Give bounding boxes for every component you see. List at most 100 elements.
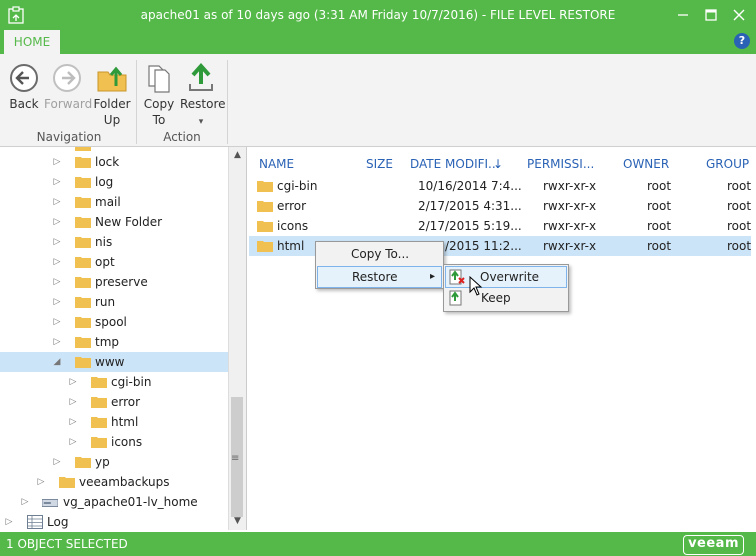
- back-button[interactable]: Back: [8, 62, 40, 112]
- expand-icon[interactable]: ▷: [68, 372, 78, 392]
- back-arrow-icon: [10, 64, 38, 92]
- expand-icon[interactable]: ▷: [52, 252, 62, 272]
- menu-item-copy-to[interactable]: Copy To...: [317, 244, 442, 264]
- collapse-icon[interactable]: ◢: [52, 352, 62, 372]
- restore-submenu: Overwrite Keep: [443, 264, 569, 312]
- tree-item-spool[interactable]: ▷ spool: [0, 312, 228, 332]
- tree-item-label: spool: [95, 315, 127, 329]
- close-icon[interactable]: [726, 4, 752, 26]
- tree-item-label: mail: [95, 195, 121, 209]
- column-date-modified[interactable]: DATE MODIFI...: [410, 157, 500, 171]
- tree-item-label: cgi-bin: [111, 375, 152, 389]
- expand-icon[interactable]: ▷: [52, 192, 62, 212]
- forward-arrow-icon: [53, 64, 81, 92]
- folder-icon: [75, 157, 91, 168]
- forward-button[interactable]: Forward: [44, 62, 92, 112]
- cell-date: 2/17/2015 4:31...: [418, 199, 522, 213]
- restore-upload-icon: [189, 62, 213, 91]
- tree-item-log-root[interactable]: ▷ Log: [0, 512, 228, 530]
- expand-icon[interactable]: ▷: [20, 492, 30, 512]
- tree-item-veeambackups[interactable]: ▷ veeambackups: [0, 472, 228, 492]
- copy-to-label-1: Copy: [143, 97, 175, 111]
- tree-item-log[interactable]: ▷ log: [0, 172, 228, 192]
- maximize-icon[interactable]: [698, 4, 724, 26]
- menu-item-restore[interactable]: Restore ▸: [317, 266, 442, 288]
- tree-item-run[interactable]: ▷ run: [0, 292, 228, 312]
- tree-item-icons[interactable]: ▷ icons: [0, 432, 228, 452]
- menu-item-keep[interactable]: Keep: [445, 288, 567, 308]
- tree-item-label: www: [95, 355, 125, 369]
- tree-item-tmp[interactable]: ▷ tmp: [0, 332, 228, 352]
- ribbon-tab-row: HOME ?: [0, 30, 756, 54]
- expand-icon[interactable]: ▷: [52, 272, 62, 292]
- expand-icon[interactable]: ▷: [36, 472, 46, 492]
- folder-icon: [75, 217, 91, 228]
- expand-icon[interactable]: ▷: [52, 172, 62, 192]
- column-group[interactable]: GROUP: [706, 157, 749, 171]
- copy-to-button[interactable]: Copy To: [142, 62, 176, 128]
- ribbon: Back Forward Folder Up Copy To Restore ▾: [0, 54, 756, 147]
- menu-item-label: Copy To...: [351, 247, 410, 261]
- folder-icon: [75, 177, 91, 188]
- scroll-up-icon[interactable]: ▲: [229, 147, 246, 163]
- expand-icon[interactable]: ▷: [52, 232, 62, 252]
- minimize-icon[interactable]: [670, 4, 696, 26]
- folder-icon: [91, 417, 107, 428]
- folder-up-button[interactable]: Folder Up: [92, 62, 132, 128]
- cell-owner: root: [647, 179, 672, 193]
- window-title: apache01 as of 10 days ago (3:31 AM Frid…: [140, 8, 616, 22]
- folder-tree[interactable]: ▷ lock ▷ log ▷ mail ▷ New Folder ▷ nis ▷…: [0, 147, 228, 530]
- cell-owner: root: [647, 219, 672, 233]
- restore-button[interactable]: Restore ▾: [180, 62, 226, 130]
- folder-up-label-1: Folder: [93, 97, 131, 111]
- table-row[interactable]: icons 2/17/2015 5:19... rwxr-xr-x root r…: [249, 216, 751, 236]
- expand-icon[interactable]: ▷: [68, 412, 78, 432]
- disk-volume-icon: [42, 499, 58, 507]
- veeam-logo: veeam: [683, 535, 744, 555]
- expand-icon[interactable]: ▷: [4, 512, 14, 530]
- help-icon[interactable]: ?: [734, 33, 750, 49]
- expand-icon[interactable]: ▷: [52, 332, 62, 352]
- expand-icon[interactable]: ▷: [68, 392, 78, 412]
- table-row[interactable]: error 2/17/2015 4:31... rwxr-xr-x root r…: [249, 196, 751, 216]
- tree-item-label: lock: [95, 155, 120, 169]
- splitter-grip-icon[interactable]: ≡: [231, 453, 239, 464]
- keep-icon: [449, 290, 462, 306]
- status-text: 1 OBJECT SELECTED: [6, 537, 128, 551]
- copy-to-label-2: To: [152, 113, 166, 127]
- tree-item-vg-apache01-lv-home[interactable]: ▷ vg_apache01-lv_home: [0, 492, 228, 512]
- cell-name: error: [277, 199, 307, 213]
- column-size[interactable]: SIZE: [366, 157, 393, 171]
- tree-item-preserve[interactable]: ▷ preserve: [0, 272, 228, 292]
- expand-icon[interactable]: ▷: [52, 312, 62, 332]
- expand-icon[interactable]: ▷: [68, 432, 78, 452]
- tree-item-yp[interactable]: ▷ yp: [0, 452, 228, 472]
- folder-icon: [257, 181, 273, 192]
- tree-item-lock[interactable]: ▷ lock: [0, 152, 228, 172]
- expand-icon[interactable]: ▷: [52, 292, 62, 312]
- tree-item-opt[interactable]: ▷ opt: [0, 252, 228, 272]
- restore-dropdown-icon[interactable]: ▾: [199, 117, 204, 127]
- cell-permissions: rwxr-xr-x: [543, 199, 597, 213]
- tree-item-cgi-bin[interactable]: ▷ cgi-bin: [0, 372, 228, 392]
- tree-item-mail[interactable]: ▷ mail: [0, 192, 228, 212]
- cell-group: root: [727, 199, 752, 213]
- file-list[interactable]: NAME SIZE DATE MODIFI... ↓ PERMISSI... O…: [246, 147, 756, 530]
- tree-item-error[interactable]: ▷ error: [0, 392, 228, 412]
- expand-icon[interactable]: ▷: [52, 452, 62, 472]
- tree-item-nis[interactable]: ▷ nis: [0, 232, 228, 252]
- column-owner[interactable]: OWNER: [623, 157, 669, 171]
- tab-home[interactable]: HOME: [4, 30, 60, 54]
- scroll-down-icon[interactable]: ▼: [229, 513, 246, 529]
- tree-scrollbar[interactable]: ▲ ▼: [228, 147, 246, 530]
- column-permissions[interactable]: PERMISSI...: [527, 157, 594, 171]
- expand-icon[interactable]: ▷: [52, 212, 62, 232]
- tree-item-html[interactable]: ▷ html: [0, 412, 228, 432]
- menu-item-overwrite[interactable]: Overwrite: [445, 266, 567, 288]
- tree-item-www[interactable]: ◢ www: [0, 352, 228, 372]
- tree-item-new-folder[interactable]: ▷ New Folder: [0, 212, 228, 232]
- column-name[interactable]: NAME: [259, 157, 294, 171]
- expand-icon[interactable]: ▷: [52, 152, 62, 172]
- tree-item-label: Log: [47, 515, 69, 529]
- table-row[interactable]: cgi-bin 10/16/2014 7:4... rwxr-xr-x root…: [249, 176, 751, 196]
